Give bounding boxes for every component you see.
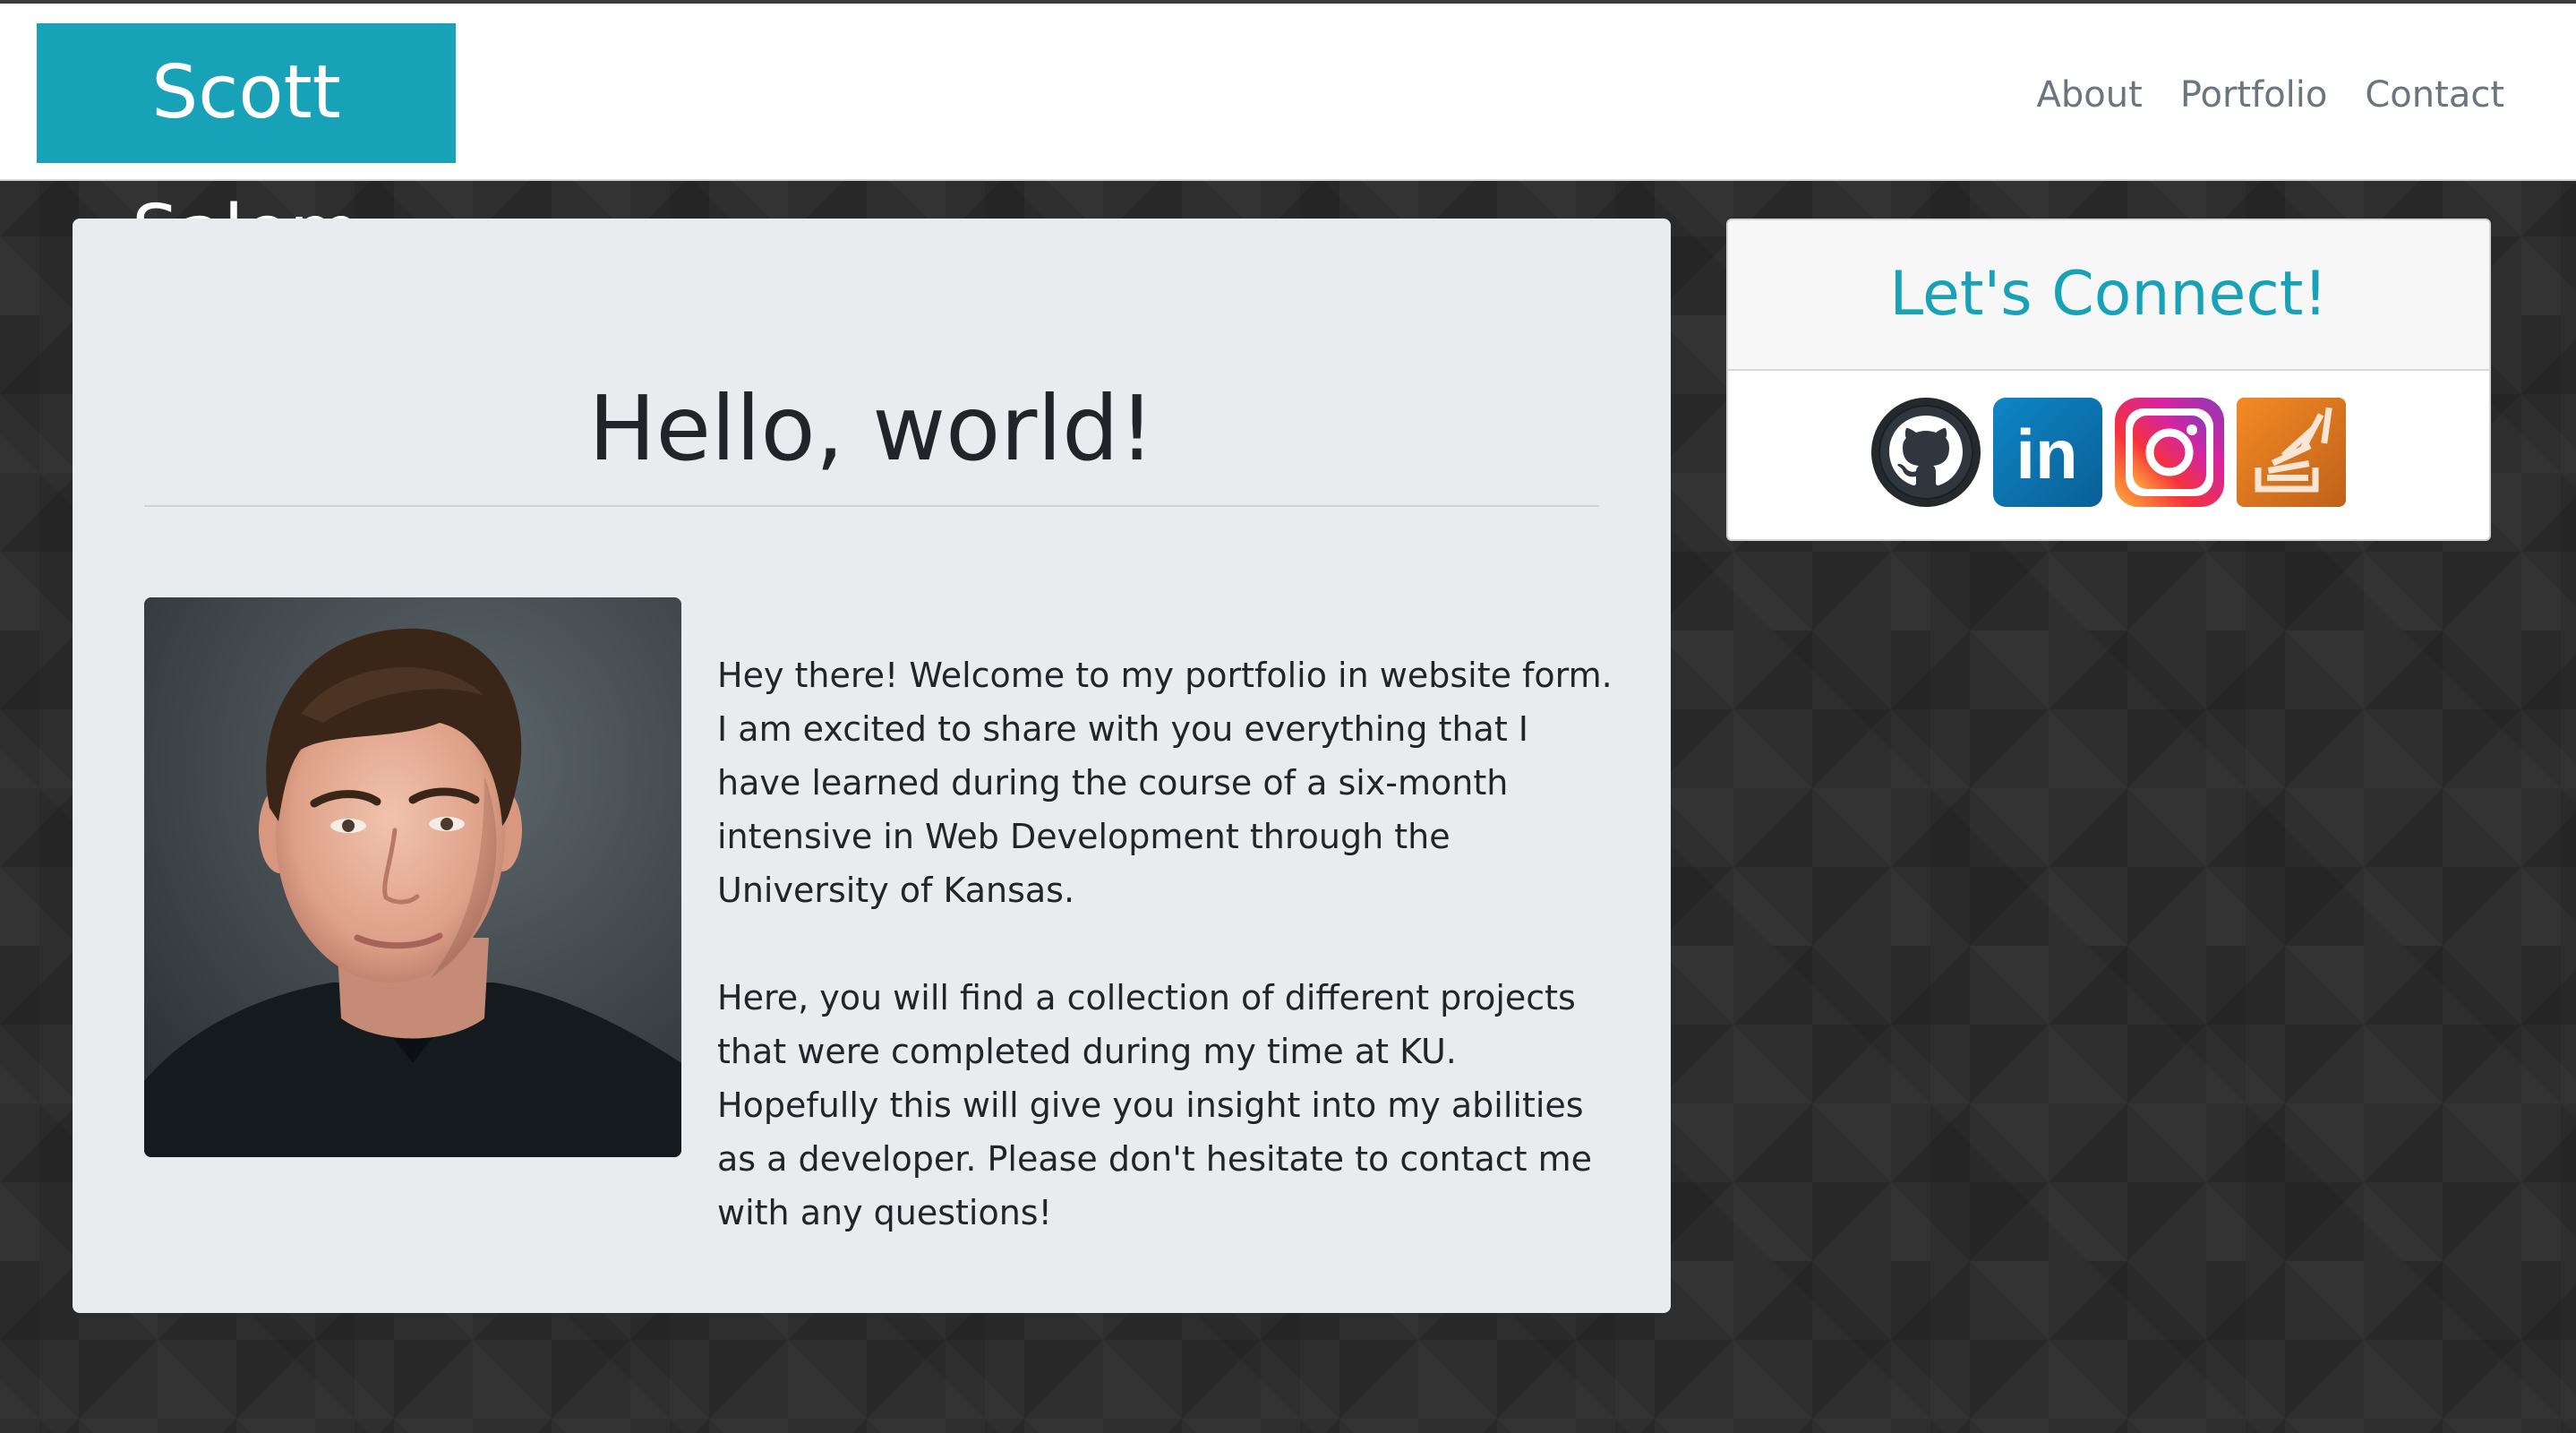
brand-logo-link[interactable]: Scott Salem xyxy=(37,23,456,275)
github-icon xyxy=(1871,398,1981,507)
social-links: in xyxy=(1728,396,2489,509)
instagram-link[interactable] xyxy=(2113,396,2226,509)
profile-photo-illustration xyxy=(144,597,681,1157)
bio-text: Hey there! Welcome to my portfolio in we… xyxy=(717,648,1622,1293)
linkedin-icon: in xyxy=(1993,398,2102,507)
linkedin-link[interactable]: in xyxy=(1991,396,2104,509)
connect-card-header: Let's Connect! xyxy=(1728,220,2489,371)
intro-jumbotron: Hello, world! Hey there! Welcome to my p… xyxy=(73,219,1671,1313)
bio-paragraph-welcome: Hey there! Welcome to my portfolio in we… xyxy=(717,656,1613,910)
heading-divider xyxy=(144,505,1599,507)
instagram-icon xyxy=(2115,398,2224,507)
stackoverflow-icon xyxy=(2237,398,2346,507)
profile-photo xyxy=(144,597,681,1157)
nav-link-about[interactable]: About xyxy=(2037,68,2143,122)
stackoverflow-link[interactable] xyxy=(2235,396,2348,509)
bio-paragraph-projects: Here, you will find a collection of diff… xyxy=(717,978,1593,1232)
nav-link-contact[interactable]: Contact xyxy=(2365,68,2504,122)
navbar: Scott Salem About Portfolio Contact xyxy=(0,4,2576,275)
page-heading: Hello, world! xyxy=(588,376,1155,481)
connect-title: Let's Connect! xyxy=(1889,259,2328,330)
github-link[interactable] xyxy=(1870,396,1982,509)
nav-links: About Portfolio Contact xyxy=(2037,68,2504,122)
connect-card: Let's Connect! in xyxy=(1726,219,2491,541)
linkedin-icon-text: in xyxy=(2015,415,2077,493)
nav-link-portfolio[interactable]: Portfolio xyxy=(2180,68,2328,122)
